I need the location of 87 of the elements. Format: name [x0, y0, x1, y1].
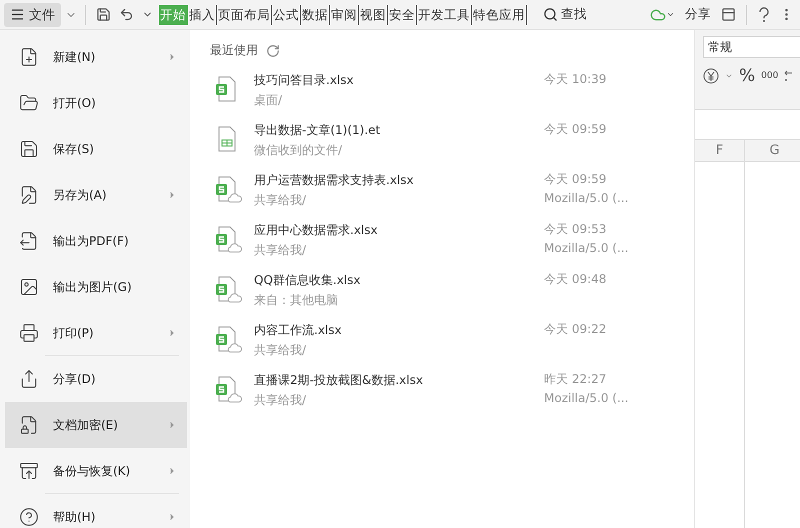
spreadsheet-file-icon	[216, 276, 242, 304]
recent-file-item[interactable]: 用户运营数据需求支持表.xlsx 共享给我/ 今天 09:59 Mozilla/5.0 (...	[210, 165, 674, 215]
file-name: QQ群信息收集.xlsx	[254, 272, 362, 288]
file-time: 今天 09:59	[544, 171, 608, 188]
file-source: Mozilla/5.0 (...	[544, 241, 630, 255]
ribbon-tab[interactable]: 开发工具	[417, 4, 472, 24]
menu-item[interactable]: 另存为(A)	[5, 172, 187, 218]
file-location: 桌面/	[254, 92, 284, 108]
file-time: 今天 09:48	[544, 271, 608, 288]
file-name: 内容工作流.xlsx	[254, 322, 343, 338]
menu-item[interactable]: 保存(S)	[5, 126, 187, 172]
file-name: 导出数据-文章(1)(1).et	[254, 122, 382, 138]
file-edit-icon	[19, 185, 39, 205]
file-location: 微信收到的文件/	[254, 142, 344, 158]
caret-icon	[666, 10, 675, 19]
recent-file-item[interactable]: QQ群信息收集.xlsx 来自：其他电脑 今天 09:48	[210, 265, 674, 315]
file-time: 今天 09:59	[544, 121, 608, 138]
share-icon	[19, 369, 39, 389]
menu-item[interactable]: 打印(P)	[5, 310, 187, 356]
search-button[interactable]: 查找	[539, 6, 591, 23]
undo-icon	[119, 7, 134, 22]
restore-icon	[19, 461, 39, 481]
recent-file-item[interactable]: 应用中心数据需求.xlsx 共享给我/ 今天 09:53 Mozilla/5.0 (...	[210, 215, 674, 265]
file-time: 昨天 22:27	[544, 371, 608, 388]
ribbon-tab[interactable]: 公式	[272, 4, 301, 24]
file-name: 直播课2期-投放截图&数据.xlsx	[254, 372, 424, 388]
ribbon-tab[interactable]: 审阅	[330, 4, 359, 24]
folder-icon	[19, 93, 39, 113]
share-button[interactable]: 分享	[681, 6, 715, 23]
image-icon	[19, 277, 39, 297]
menu-item[interactable]: 输出为PDF(F)	[5, 218, 187, 264]
file-source: Mozilla/5.0 (...	[544, 191, 630, 205]
cloud-icon	[650, 6, 666, 22]
printer-icon	[19, 323, 39, 343]
file-location: 来自：其他电脑	[254, 292, 339, 308]
recent-file-item[interactable]: 导出数据-文章(1)(1).et 微信收到的文件/ 今天 09:59	[210, 115, 674, 165]
file-name: 用户运营数据需求支持表.xlsx	[254, 172, 415, 188]
file-location: 共享给我/	[254, 342, 308, 358]
file-name: 应用中心数据需求.xlsx	[254, 222, 379, 238]
section-title: 最近使用	[210, 42, 258, 59]
file-location: 共享给我/	[254, 242, 308, 258]
ribbon-tab[interactable]: 插入	[188, 4, 217, 24]
save-icon	[96, 7, 111, 22]
recent-file-item[interactable]: 技巧问答目录.xlsx 桌面/ 今天 10:39	[210, 65, 674, 115]
refresh-icon[interactable]	[266, 44, 280, 58]
save-icon	[19, 139, 39, 159]
menu-item[interactable]: 备份与恢复(K)	[5, 448, 187, 494]
file-time: 今天 09:53	[544, 221, 608, 238]
menu-icon	[10, 7, 25, 22]
currency-icon[interactable]	[703, 68, 719, 84]
column-header[interactable]: F	[695, 140, 745, 161]
ribbon-tab[interactable]: 页面布局	[217, 4, 272, 24]
help-icon	[757, 6, 771, 22]
menu-item[interactable]: 打开(O)	[5, 80, 187, 126]
ribbon-tab[interactable]: 视图	[359, 4, 388, 24]
file-lock-icon	[19, 415, 39, 435]
menu-item[interactable]: 文档加密(E)	[5, 402, 187, 448]
file-name: 技巧问答目录.xlsx	[254, 72, 355, 88]
percent-button[interactable]: %	[739, 66, 756, 86]
spreadsheet-file-icon	[216, 326, 242, 354]
spreadsheet-file-icon	[216, 176, 242, 204]
menu-item[interactable]: 输出为图片(G)	[5, 264, 187, 310]
file-time: 今天 10:39	[544, 71, 608, 88]
decimal-icon[interactable]	[784, 69, 792, 83]
number-format-field[interactable]: 常规	[703, 36, 800, 58]
search-icon	[543, 7, 558, 22]
help-icon	[19, 507, 39, 527]
file-location: 共享给我/	[254, 392, 308, 408]
recent-file-item[interactable]: 直播课2期-投放截图&数据.xlsx 共享给我/ 昨天 22:27 Mozilla/5.0 (...	[210, 365, 674, 415]
menu-item[interactable]: 新建(N)	[5, 34, 187, 80]
thousands-button[interactable]: 000	[761, 71, 778, 81]
file-source: Mozilla/5.0 (...	[544, 391, 630, 405]
column-header[interactable]: G	[745, 140, 800, 161]
recent-file-item[interactable]: 内容工作流.xlsx 共享给我/ 今天 09:22	[210, 315, 674, 365]
caret-icon[interactable]	[725, 72, 733, 80]
spreadsheet-file-icon	[216, 376, 242, 404]
new-file-icon	[19, 47, 39, 67]
menu-item[interactable]: 分享(D)	[5, 356, 187, 402]
ribbon-tab[interactable]: 特色应用	[472, 4, 527, 24]
file-location: 共享给我/	[254, 192, 308, 208]
file-menu-button[interactable]: 文件	[4, 2, 61, 26]
file-export-icon	[19, 231, 39, 251]
file-time: 今天 09:22	[544, 321, 608, 338]
ribbon-tab[interactable]: 安全	[388, 4, 417, 24]
panel-icon	[721, 7, 736, 22]
spreadsheet-file-icon	[216, 226, 242, 254]
ribbon-tab[interactable]: 数据	[301, 4, 330, 24]
